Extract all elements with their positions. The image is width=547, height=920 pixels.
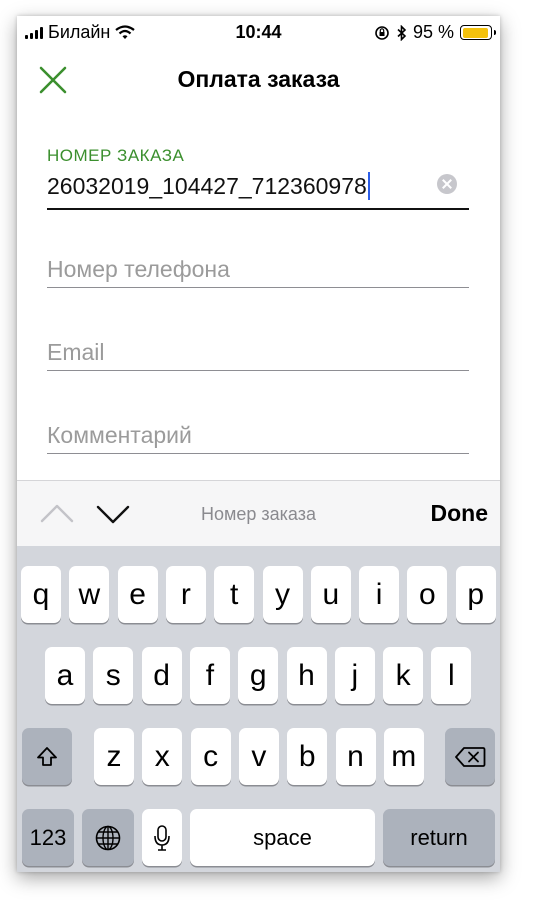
key-u[interactable]: u: [310, 566, 351, 623]
done-button[interactable]: Done: [431, 500, 489, 527]
comment-field: [47, 414, 469, 454]
key-o[interactable]: o: [407, 566, 448, 623]
key-s[interactable]: s: [93, 647, 134, 704]
microphone-icon: [154, 824, 170, 851]
orientation-lock-icon: [375, 25, 389, 40]
order-number-field[interactable]: НОМЕР ЗАКАЗА 26032019_104427_712360978: [47, 146, 469, 210]
clear-text-icon[interactable]: [437, 174, 457, 194]
phone-input[interactable]: [47, 248, 469, 288]
key-m[interactable]: m: [383, 728, 424, 785]
key-g[interactable]: g: [238, 647, 279, 704]
keyboard-toolbar: Номер заказа Done: [17, 480, 500, 546]
backspace-icon: [455, 746, 486, 767]
numbers-key[interactable]: 123: [22, 809, 74, 866]
key-r[interactable]: r: [165, 566, 206, 623]
key-f[interactable]: f: [189, 647, 230, 704]
email-input[interactable]: [47, 331, 469, 371]
key-n[interactable]: n: [335, 728, 376, 785]
order-number-underline: [47, 208, 469, 210]
return-key[interactable]: return: [383, 809, 495, 866]
key-z[interactable]: z: [94, 728, 134, 785]
order-number-label: НОМЕР ЗАКАЗА: [47, 146, 185, 165]
key-y[interactable]: y: [262, 566, 303, 623]
nav-bar: Оплата заказа: [17, 50, 500, 110]
key-k[interactable]: k: [383, 647, 424, 704]
globe-icon: [95, 825, 121, 850]
text-cursor: [367, 172, 370, 200]
key-j[interactable]: j: [334, 647, 375, 704]
key-h[interactable]: h: [286, 647, 327, 704]
battery-icon: [460, 25, 496, 40]
space-key[interactable]: space: [190, 809, 375, 866]
microphone-key[interactable]: [142, 809, 182, 866]
key-v[interactable]: v: [238, 728, 279, 785]
key-l[interactable]: l: [431, 647, 472, 704]
key-t[interactable]: t: [214, 566, 255, 623]
phone-field: [47, 248, 469, 288]
shift-icon: [37, 746, 57, 766]
status-right: 95 %: [374, 22, 496, 43]
key-p[interactable]: p: [455, 566, 496, 623]
key-d[interactable]: d: [141, 647, 182, 704]
key-x[interactable]: x: [142, 728, 183, 785]
email-field: [47, 331, 469, 371]
comment-input[interactable]: [47, 414, 469, 454]
battery-fill: [462, 27, 489, 38]
shift-key[interactable]: [22, 728, 72, 785]
order-number-value: 26032019_104427_712360978: [47, 172, 367, 199]
key-a[interactable]: a: [45, 647, 85, 704]
phone-screen: Билайн 10:44 95 % Оплата заказа НОМЕР ЗА…: [17, 16, 500, 872]
page-title: Оплата заказа: [177, 66, 340, 92]
key-c[interactable]: c: [190, 728, 231, 785]
globe-key[interactable]: [82, 809, 134, 866]
keyboard: qwertyuiop asdfghjkl zxcvbnm 123 space r…: [17, 546, 500, 872]
key-q[interactable]: q: [21, 566, 61, 623]
backspace-key[interactable]: [445, 728, 495, 785]
status-bar: Билайн 10:44 95 %: [17, 16, 500, 50]
battery-percent: 95 %: [412, 22, 454, 42]
key-e[interactable]: e: [117, 566, 158, 623]
key-i[interactable]: i: [359, 566, 400, 623]
key-b[interactable]: b: [287, 728, 328, 785]
key-w[interactable]: w: [69, 566, 110, 623]
order-number-input[interactable]: 26032019_104427_712360978: [47, 170, 469, 202]
current-field-name: Номер заказа: [200, 504, 316, 524]
bluetooth-icon: [397, 24, 407, 41]
